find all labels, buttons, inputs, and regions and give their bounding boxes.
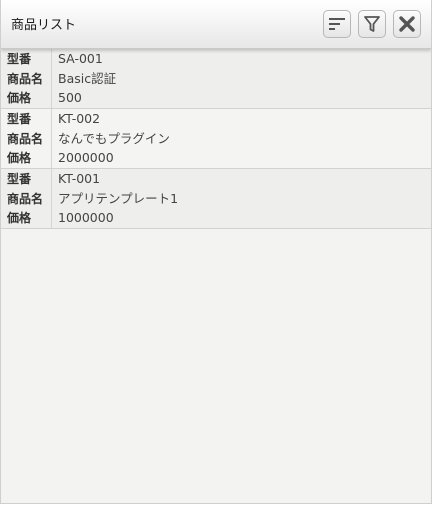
list-item[interactable]: 型番 SA-001 商品名 Basic認証 価格 500 [1, 49, 431, 109]
name-value: Basic認証 [58, 71, 117, 86]
close-button[interactable] [393, 10, 421, 38]
price-label: 価格 [7, 151, 32, 165]
model-value: SA-001 [58, 51, 103, 66]
model-label: 型番 [7, 112, 32, 126]
product-list-window: 商品リスト 型番 SA-001 商品名 Basic認証 価格 500 型番 KT… [0, 0, 432, 504]
model-label: 型番 [7, 52, 32, 66]
price-value: 1000000 [58, 210, 114, 225]
filter-button[interactable] [358, 10, 386, 38]
price-label: 価格 [7, 211, 32, 225]
title-bar: 商品リスト [1, 0, 431, 49]
price-value: 500 [58, 90, 82, 105]
name-label: 商品名 [7, 192, 44, 206]
name-label: 商品名 [7, 132, 44, 146]
model-value: KT-001 [58, 171, 101, 186]
list-item[interactable]: 型番 KT-002 商品名 なんでもプラグイン 価格 2000000 [1, 109, 431, 169]
model-label: 型番 [7, 172, 32, 186]
sort-icon [329, 18, 345, 30]
close-icon [399, 16, 415, 32]
price-label: 価格 [7, 91, 32, 105]
filter-icon [364, 16, 380, 32]
name-label: 商品名 [7, 72, 44, 86]
price-value: 2000000 [58, 150, 114, 165]
name-value: なんでもプラグイン [58, 131, 170, 146]
model-value: KT-002 [58, 111, 101, 126]
sort-button[interactable] [323, 10, 351, 38]
name-value: アプリテンプレート1 [58, 191, 179, 206]
product-list: 型番 SA-001 商品名 Basic認証 価格 500 型番 KT-002 商… [1, 49, 431, 229]
list-item[interactable]: 型番 KT-001 商品名 アプリテンプレート1 価格 1000000 [1, 169, 431, 229]
window-title: 商品リスト [11, 18, 77, 33]
